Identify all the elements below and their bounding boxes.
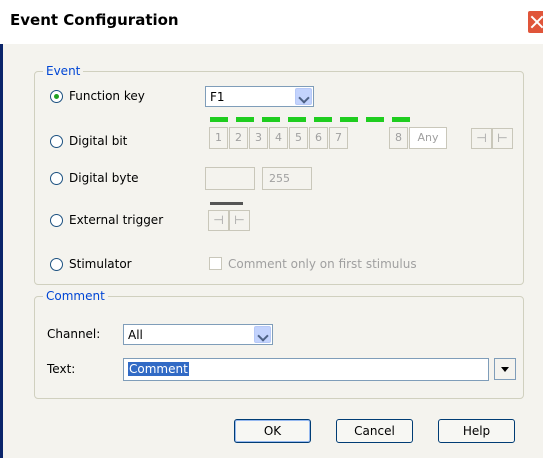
bit-led-8 (392, 117, 410, 122)
digital-bit-option[interactable]: Digital bit (50, 134, 127, 148)
digital-byte-label: Digital byte (69, 171, 139, 185)
window-title: Event Configuration (10, 11, 179, 29)
bit-led-3 (262, 117, 280, 122)
comment-dropdown-button[interactable] (494, 358, 516, 380)
event-group-legend: Event (43, 64, 84, 78)
bit-button-1[interactable]: 1 (209, 127, 228, 149)
digital-bit-label: Digital bit (69, 134, 128, 148)
digital-byte-radio[interactable] (50, 171, 63, 185)
external-trigger-option[interactable]: External trigger (50, 213, 163, 227)
bit-button-8[interactable]: 8 (389, 127, 408, 149)
stimulator-label: Stimulator (69, 257, 132, 271)
comment-group-legend: Comment (43, 289, 108, 303)
digital-byte-input[interactable] (205, 167, 255, 190)
title-bar: Event Configuration (0, 0, 543, 44)
bit-button-7[interactable]: 7 (329, 127, 348, 149)
close-button[interactable] (527, 10, 543, 34)
rising-edge-button[interactable]: ⊣ (471, 128, 492, 149)
bit-led-1 (210, 117, 228, 122)
comment-group: Comment (34, 289, 524, 399)
bit-led-5 (314, 117, 332, 122)
digital-bit-radio[interactable] (50, 134, 63, 148)
first-stimulus-label: Comment only on first stimulus (228, 257, 417, 271)
any-button[interactable]: Any (409, 127, 447, 149)
function-key-combo[interactable]: F1 (205, 86, 314, 107)
function-key-radio[interactable] (50, 89, 63, 103)
falling-edge-icon: ⊢ (234, 213, 245, 227)
channel-label: Channel: (47, 327, 101, 341)
chevron-down-icon[interactable] (295, 88, 312, 105)
trigger-indicator (210, 202, 243, 205)
bit-button-6[interactable]: 6 (309, 127, 328, 149)
bit-button-5[interactable]: 5 (289, 127, 308, 149)
text-label: Text: (47, 362, 76, 376)
function-key-label: Function key (69, 89, 145, 103)
channel-value: All (128, 328, 143, 342)
stimulator-radio[interactable] (50, 257, 63, 271)
first-stimulus-checkbox[interactable] (209, 257, 222, 270)
external-trigger-label: External trigger (69, 213, 164, 227)
bit-button-3[interactable]: 3 (249, 127, 268, 149)
bit-led-6 (340, 117, 358, 122)
digital-byte-max-field: 255 (262, 167, 312, 190)
digital-byte-option[interactable]: Digital byte (50, 171, 139, 185)
chevron-down-icon[interactable] (254, 326, 271, 343)
function-key-value: F1 (210, 90, 225, 104)
function-key-option[interactable]: Function key (50, 89, 145, 103)
channel-combo[interactable]: All (123, 324, 273, 345)
bit-button-2[interactable]: 2 (229, 127, 248, 149)
bit-led-7 (366, 117, 384, 122)
bit-led-4 (288, 117, 306, 122)
trigger-rising-button[interactable]: ⊣ (208, 210, 229, 231)
comment-text-value: Comment (128, 362, 189, 376)
comment-text-input[interactable]: Comment (123, 358, 489, 381)
trigger-falling-button[interactable]: ⊢ (229, 210, 250, 231)
help-button[interactable]: Help (438, 419, 515, 443)
rising-edge-icon: ⊣ (213, 213, 224, 227)
rising-edge-icon: ⊣ (476, 131, 487, 145)
stimulator-option[interactable]: Stimulator (50, 257, 132, 271)
ok-button[interactable]: OK (234, 419, 311, 443)
bit-button-4[interactable]: 4 (269, 127, 288, 149)
bit-led-2 (236, 117, 254, 122)
external-trigger-radio[interactable] (50, 213, 63, 227)
falling-edge-button[interactable]: ⊢ (492, 128, 513, 149)
cancel-button[interactable]: Cancel (336, 419, 413, 443)
falling-edge-icon: ⊢ (497, 131, 508, 145)
